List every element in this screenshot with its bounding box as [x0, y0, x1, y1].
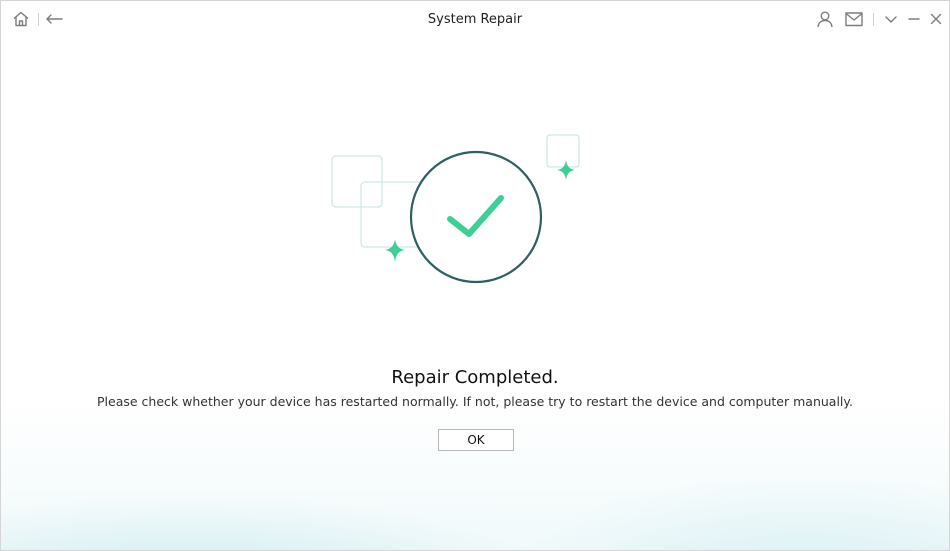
chevron-down-icon[interactable]: [880, 8, 902, 30]
repair-success-illustration: [326, 131, 586, 291]
minimize-icon[interactable]: [903, 8, 925, 30]
user-icon[interactable]: [814, 8, 836, 30]
checkmark-circle-icon: [409, 150, 543, 284]
mail-icon[interactable]: [843, 8, 865, 30]
result-heading: Repair Completed.: [391, 367, 559, 388]
window-title: System Repair: [427, 12, 523, 27]
app-window: System Repair Repair Completed. Please c…: [0, 0, 950, 551]
close-icon[interactable]: [925, 8, 947, 30]
titlebar-separator: [873, 13, 874, 26]
result-message: Please check whether your device has res…: [97, 394, 853, 409]
background-wash: [1, 400, 949, 550]
title-bar: System Repair: [1, 1, 949, 39]
ok-button[interactable]: OK: [438, 429, 514, 451]
